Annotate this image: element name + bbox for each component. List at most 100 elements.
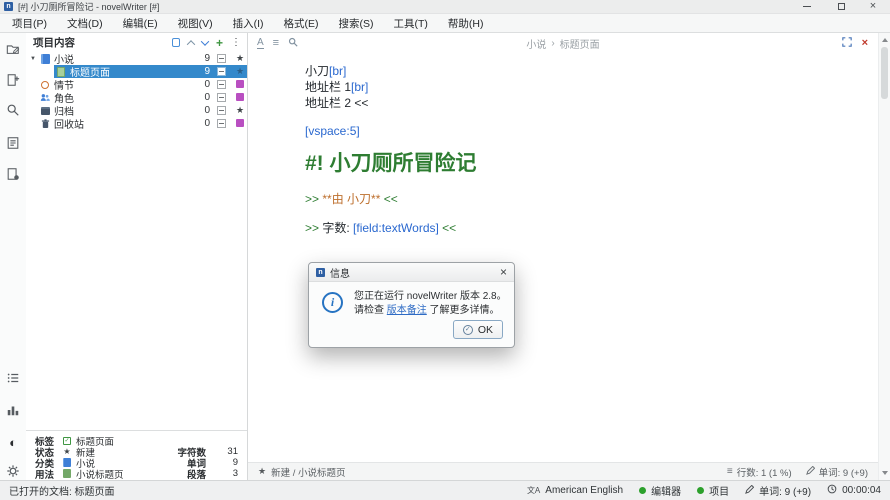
move-down-icon[interactable] — [201, 37, 209, 45]
settings-gear-icon[interactable] — [5, 463, 21, 479]
project-panel: 项目内容 + ⋮ ▼ 小说 9 ★ 标题页面 9 ★ 情节 — [26, 33, 248, 480]
scrollbar-thumb[interactable] — [881, 47, 888, 99]
active-checkbox-icon — [217, 119, 226, 128]
release-notes-link[interactable]: 版本备注 — [387, 305, 427, 316]
word-count: 单词: 9 (+9) — [819, 465, 868, 479]
plot-bubble-icon — [40, 81, 50, 89]
outline-list-icon[interactable]: ≡ — [273, 38, 279, 49]
theme-toggle-icon[interactable]: ◐ — [5, 434, 21, 450]
editor-line: 地址栏 1[br] — [305, 79, 878, 95]
menu-tools[interactable]: 工具(T) — [384, 16, 438, 31]
menu-view[interactable]: 视图(V) — [168, 16, 223, 31]
editor-line: >> 字数: [field:textWords] << — [305, 220, 878, 236]
search-icon[interactable] — [5, 102, 21, 118]
editor-line: 地址栏 2 << — [305, 95, 878, 111]
quick-links-icon[interactable] — [172, 38, 180, 47]
menu-project[interactable]: 项目(P) — [2, 16, 57, 31]
menu-search[interactable]: 搜索(S) — [329, 16, 384, 31]
status-star-icon: ★ — [233, 67, 247, 76]
editor-header: A ≡ 小说 › 标题页面 × — [248, 33, 878, 53]
status-star-icon: ★ — [233, 106, 247, 115]
session-time: 00:00:04 — [827, 484, 881, 497]
editor-scrollbar[interactable] — [878, 33, 890, 480]
add-item-icon[interactable]: + — [216, 38, 223, 48]
active-checkbox-icon — [217, 106, 226, 115]
clock-icon — [827, 484, 837, 497]
editor-footer: ★ 新建 / 小说标题页 ≡ 行数: 1 (1 %) 单词: 9 (+9) — [248, 462, 878, 480]
editor-footer-status[interactable]: 新建 / 小说标题页 — [271, 465, 345, 479]
active-checkbox-icon — [217, 80, 226, 89]
window-title: [#] 小刀厕所冒险记 - novelWriter [#] — [18, 0, 159, 13]
add-document-icon[interactable] — [5, 72, 21, 88]
dialog-close-icon[interactable]: × — [500, 266, 507, 278]
breadcrumb: 小说 › 标题页面 — [526, 33, 599, 53]
lines-icon: ≡ — [727, 467, 733, 477]
minimize-button[interactable] — [796, 0, 818, 13]
scroll-up-icon[interactable] — [882, 38, 888, 42]
tag-check-icon: ✓ — [62, 437, 72, 445]
project-panel-header: 项目内容 + ⋮ — [26, 33, 247, 52]
dialog-titlebar: n 信息 × — [309, 263, 514, 282]
project-tree-icon[interactable] — [5, 41, 21, 57]
tree-item-trash[interactable]: 回收站 0 — [26, 117, 247, 130]
more-options-icon[interactable]: ⋮ — [231, 38, 241, 48]
stat-value: 3 — [222, 468, 238, 479]
breadcrumb-separator-icon: › — [551, 38, 554, 49]
menubar: 项目(P) 文档(D) 编辑(E) 视图(V) 插入(I) 格式(E) 搜索(S… — [0, 14, 890, 33]
archive-box-icon — [40, 107, 50, 115]
scroll-down-icon[interactable] — [882, 471, 888, 475]
move-up-icon[interactable] — [187, 40, 195, 48]
app-icon: n — [4, 2, 13, 11]
project-ready-indicator: 项目 — [697, 483, 729, 498]
document-stats: 字符数 31 单词 9 段落 3 — [160, 446, 238, 479]
format-settings-icon[interactable]: A — [257, 38, 264, 49]
maximize-button[interactable] — [830, 0, 852, 13]
menu-format[interactable]: 格式(E) — [274, 16, 329, 31]
editor-search-icon[interactable] — [288, 34, 298, 52]
status-star-icon: ★ — [258, 467, 266, 476]
menu-edit[interactable]: 编辑(E) — [113, 16, 168, 31]
check-circle-icon: ✓ — [463, 325, 473, 335]
ok-button-label: OK — [478, 324, 493, 336]
menu-insert[interactable]: 插入(I) — [223, 16, 274, 31]
open-document-status: 已打开的文档: 标题页面 — [9, 483, 527, 498]
status-flag-icon — [233, 80, 247, 90]
expand-arrow-icon[interactable]: ▼ — [30, 56, 40, 62]
book-icon — [62, 458, 72, 467]
active-checkbox-icon — [217, 54, 226, 63]
tree-item-count: 0 — [196, 92, 210, 103]
characters-icon — [40, 93, 50, 102]
tree-item-count: 0 — [196, 118, 210, 129]
writing-stats-icon[interactable] — [5, 402, 21, 418]
app-icon: n — [316, 268, 325, 277]
editor-line: 小刀[br] — [305, 63, 878, 79]
ok-button[interactable]: ✓ OK — [453, 320, 503, 339]
menu-help[interactable]: 帮助(H) — [438, 16, 494, 31]
fullscreen-expand-icon[interactable] — [842, 34, 852, 52]
stat-value: 9 — [222, 457, 238, 468]
book-icon — [40, 54, 50, 64]
tree-item-count: 0 — [196, 105, 210, 116]
status-flag-icon — [233, 93, 247, 103]
close-button[interactable]: × — [862, 0, 884, 13]
session-words: 单词: 9 (+9) — [745, 483, 811, 498]
editor-ready-label: 编辑器 — [651, 483, 681, 498]
editor-text-area[interactable]: 小刀[br] 地址栏 1[br] 地址栏 2 << [vspace:5] #! … — [248, 53, 878, 462]
info-dialog: n 信息 × i 您正在运行 novelWriter 版本 2.8。 请检查 版… — [308, 262, 515, 348]
outline-view-icon[interactable] — [5, 135, 21, 151]
status-star-icon: ★ — [233, 54, 247, 63]
detail-value: 小说标题页 — [76, 467, 124, 481]
menu-document[interactable]: 文档(D) — [57, 16, 113, 31]
editor-ready-indicator: 编辑器 — [639, 483, 681, 498]
details-list-icon[interactable] — [5, 370, 21, 386]
detail-key: 用法 — [35, 467, 62, 481]
minimize-icon — [803, 6, 811, 7]
tree-item-count: 0 — [196, 79, 210, 90]
tree-item-label: 回收站 — [54, 116, 196, 131]
build-manuscript-icon[interactable] — [5, 166, 21, 182]
dialog-message-line1: 您正在运行 novelWriter 版本 2.8。 — [354, 290, 507, 304]
close-document-icon[interactable]: × — [862, 38, 868, 49]
breadcrumb-root: 小说 — [526, 36, 546, 51]
status-bar: 已打开的文档: 标题页面 文A American English 编辑器 项目 … — [0, 480, 890, 500]
active-checkbox-icon — [217, 93, 226, 102]
